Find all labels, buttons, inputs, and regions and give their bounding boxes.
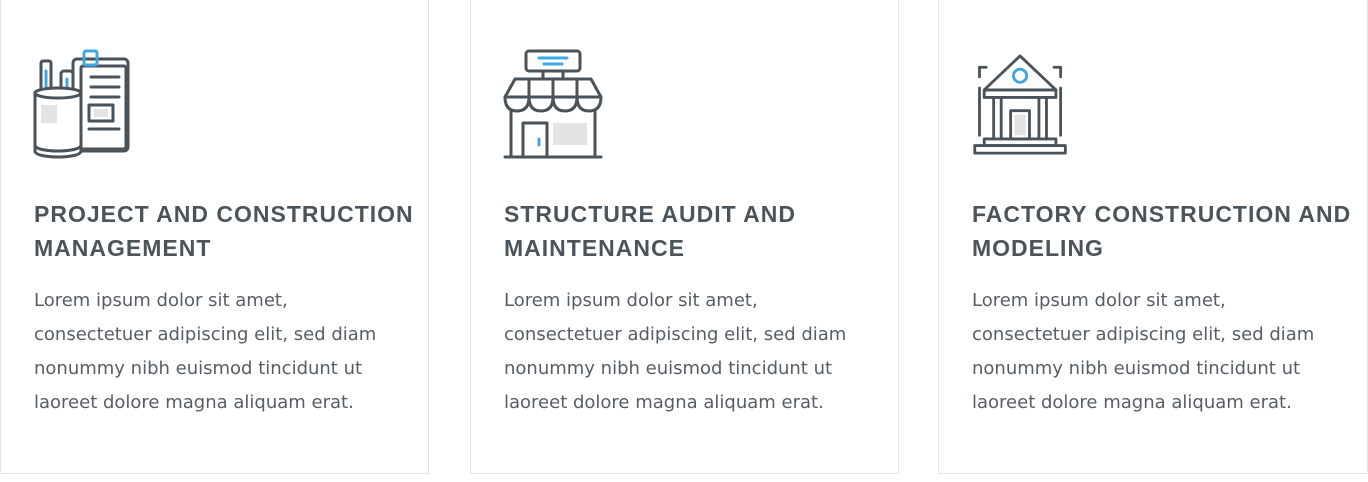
card-description: Lorem ipsum dolor sit amet, consectetuer… <box>504 290 847 413</box>
classical-building-icon <box>971 49 1071 161</box>
service-card: STRUCTURE AUDIT AND MAINTENANCE Lorem ip… <box>470 0 899 474</box>
services-grid: PROJECT AND CONSTRUCTION MANAGEMENT Lore… <box>0 0 1368 482</box>
service-card: PROJECT AND CONSTRUCTION MANAGEMENT Lore… <box>0 0 429 474</box>
card-title: FACTORY CONSTRUCTION AND MODELING <box>972 201 1352 261</box>
card-title: STRUCTURE AUDIT AND MAINTENANCE <box>504 201 797 261</box>
storefront-icon <box>503 49 603 161</box>
card-description: Lorem ipsum dolor sit amet, consectetuer… <box>972 290 1315 413</box>
service-card: FACTORY CONSTRUCTION AND MODELING Lorem … <box>938 0 1368 474</box>
pencil-cup-document-icon <box>33 49 133 161</box>
card-description: Lorem ipsum dolor sit amet, consectetuer… <box>34 290 377 413</box>
card-title: PROJECT AND CONSTRUCTION MANAGEMENT <box>34 201 414 261</box>
